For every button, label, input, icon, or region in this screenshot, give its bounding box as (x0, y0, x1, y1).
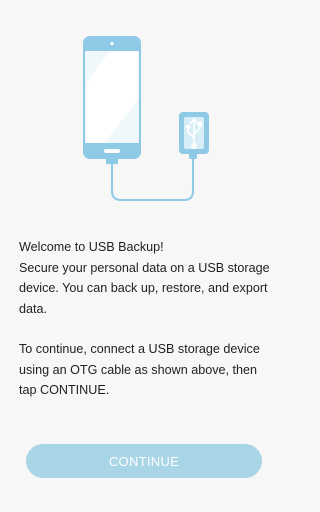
continue-button[interactable]: CONTINUE (26, 444, 262, 478)
welcome-line: Welcome to USB Backup! (19, 240, 164, 254)
secure-data-description: Secure your personal data on a USB stora… (19, 260, 270, 316)
usb-connection-illustration (0, 0, 288, 215)
intro-text: Welcome to USB Backup! Secure your perso… (19, 237, 274, 401)
otg-cable (106, 153, 197, 201)
phone-usb-diagram (83, 36, 209, 201)
phone-icon (83, 36, 141, 159)
connect-instructions: To continue, connect a USB storage devic… (19, 342, 260, 397)
